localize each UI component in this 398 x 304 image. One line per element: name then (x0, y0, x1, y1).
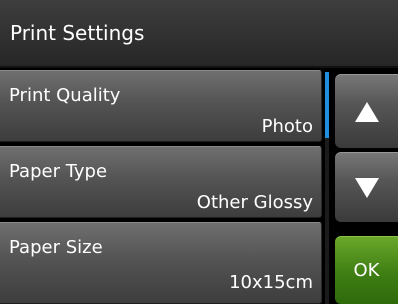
triangle-down-icon (354, 177, 379, 198)
setting-row-paper-type[interactable]: Paper Type Other Glossy (0, 146, 322, 218)
ok-button-label: OK (353, 260, 380, 281)
setting-value: Other Glossy (196, 192, 313, 213)
scroll-down-button[interactable] (335, 152, 398, 222)
setting-row-print-quality[interactable]: Print Quality Photo (0, 70, 322, 142)
setting-label: Paper Size (9, 237, 103, 258)
scrollbar-thumb[interactable] (325, 72, 329, 138)
setting-value: 10x15cm (229, 272, 313, 293)
ok-button[interactable]: OK (335, 236, 398, 304)
settings-list: Print Quality Photo Paper Type Other Glo… (0, 70, 324, 304)
setting-row-paper-size[interactable]: Paper Size 10x15cm (0, 222, 322, 304)
page-title: Print Settings (10, 21, 145, 45)
scrollbar[interactable] (325, 72, 329, 304)
setting-label: Print Quality (9, 85, 121, 106)
setting-label: Paper Type (9, 161, 108, 182)
scroll-up-button[interactable] (335, 74, 398, 148)
setting-value: Photo (261, 116, 313, 137)
triangle-up-icon (354, 101, 379, 122)
print-settings-screen: Print Settings Print Quality Photo Paper… (0, 0, 398, 304)
header-bar: Print Settings (0, 0, 398, 68)
